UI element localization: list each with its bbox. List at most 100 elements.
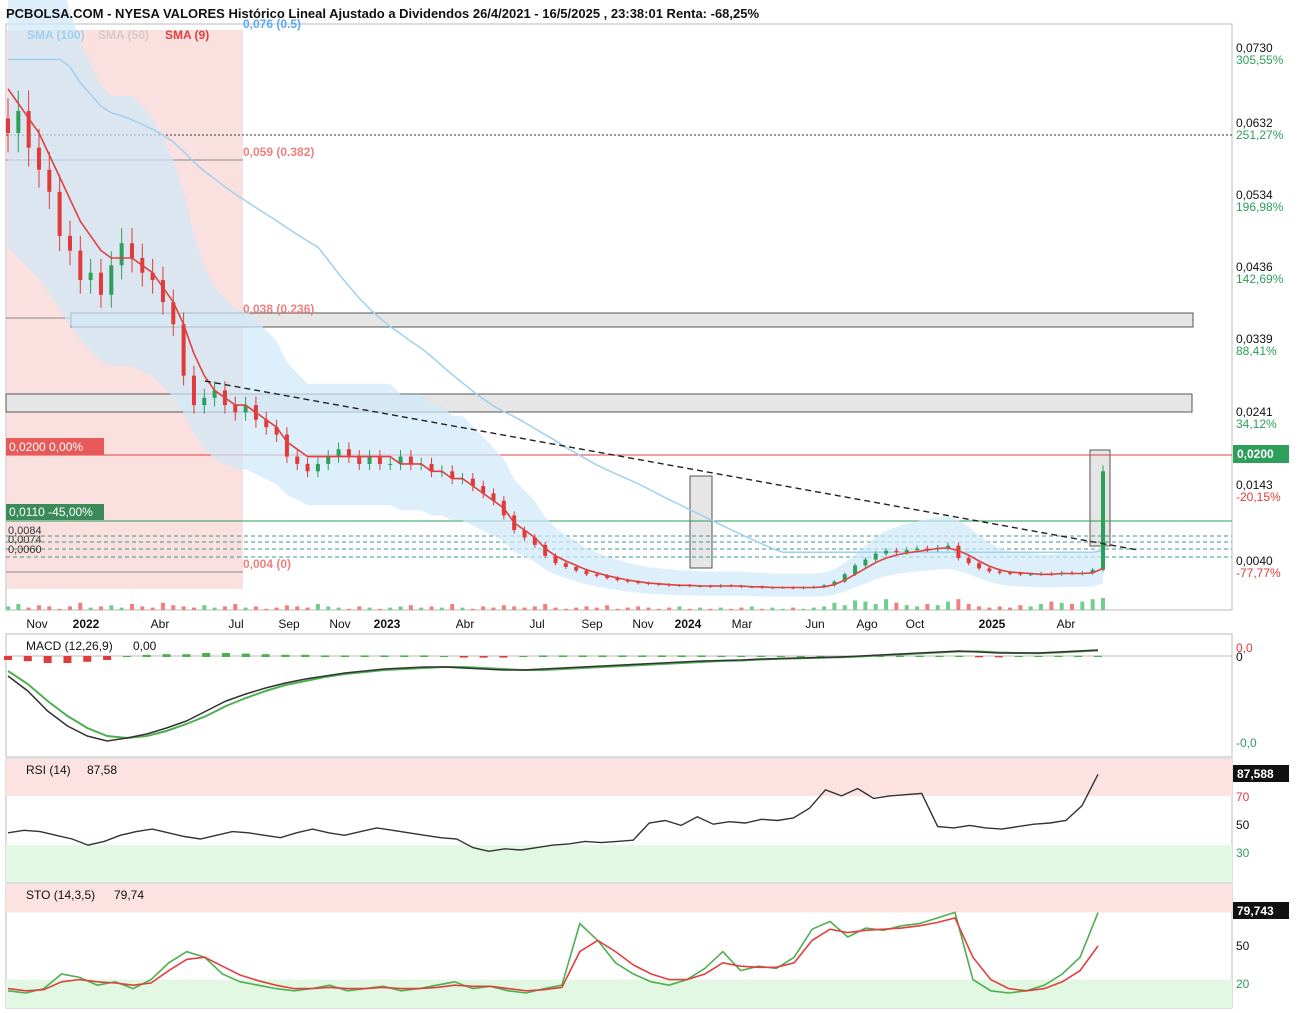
candle-body [977, 563, 982, 569]
rsi-last-value: 87,588 [1237, 767, 1274, 781]
candle-body [574, 566, 579, 571]
macd-histogram-bar [360, 655, 369, 657]
rsi-label: RSI (14) [26, 763, 71, 777]
price-y-tick: 0,0534196,98% [1236, 188, 1284, 214]
volume-bar [956, 599, 961, 610]
candle-body [563, 563, 568, 567]
price-y-tick-pct: 88,41% [1236, 344, 1277, 358]
volume-bar [966, 604, 971, 610]
macd-y-tick-zero: 0 [1236, 650, 1243, 664]
price-y-tick-pct: -77,77% [1236, 566, 1281, 580]
macd-histogram-bar [4, 656, 12, 660]
rsi-value: 87,58 [87, 763, 117, 777]
candle-body [284, 434, 289, 457]
rsi-y-tick: 30 [1236, 846, 1250, 860]
volume-bar [274, 607, 279, 610]
volume-bar [1070, 604, 1075, 610]
macd-histogram-bar [539, 655, 548, 657]
candle-body [904, 549, 909, 553]
chart-canvas: 0,0730305,55% 0,0632251,27% 0,0534196,98% 0… [4, 0, 1289, 1009]
candle-body [357, 456, 362, 464]
volume-bar [718, 607, 723, 610]
macd-histogram-bar [638, 655, 647, 657]
candle-body [119, 243, 124, 266]
macd-histogram-bar [400, 655, 409, 657]
candle-body [295, 456, 300, 464]
volume-bar [1080, 601, 1085, 610]
candle-body [16, 110, 21, 133]
volume-bar [532, 606, 537, 610]
macd-histogram-bar [618, 655, 627, 657]
candle-body [336, 449, 341, 457]
volume-bar [615, 608, 620, 610]
volume-bar [1018, 605, 1023, 610]
volume-bar [388, 607, 393, 610]
macd-histogram-bar [1074, 655, 1083, 657]
volume-bar [377, 608, 382, 610]
volume-bar [935, 605, 940, 610]
volume-bar [150, 607, 155, 610]
volume-bar [233, 604, 238, 610]
x-axis-tick: 2024 [675, 617, 702, 631]
volume-bar [336, 607, 341, 610]
fib-label: 0,038 (0.236) [243, 302, 314, 316]
level-label-0200: 0,0200 0,00% [9, 440, 83, 454]
volume-bar [915, 606, 920, 610]
volume-bar [491, 607, 496, 610]
candle-body [202, 397, 207, 406]
volume-bar [357, 606, 362, 610]
candle-body [6, 118, 10, 133]
chart-root: 0,0730 305,55% 0,0632 251,27% 0,0534 196,98% 0… [0, 0, 1299, 1013]
candle-body [47, 169, 52, 192]
price-y-tick: 0,0436142,69% [1236, 260, 1284, 286]
volume-bar [791, 607, 796, 610]
macd-histogram-bar [182, 654, 191, 657]
macd-histogram-bar [202, 653, 211, 657]
volume-bar [305, 607, 310, 610]
level-label: 0,0060 [8, 544, 42, 556]
volume-bar [543, 604, 548, 610]
candle-body [36, 147, 41, 170]
volume-bar [553, 607, 558, 610]
candle-body [233, 405, 238, 413]
macd-histogram-bar [340, 655, 349, 657]
macd-histogram-bar [142, 654, 151, 657]
volume-bar [584, 606, 589, 610]
candle-body [388, 463, 393, 465]
volume-bar [904, 605, 909, 610]
volume-bar [522, 607, 527, 610]
price-y-tick: 0,0143-20,15% [1236, 478, 1281, 504]
rsi-y-tick: 50 [1236, 818, 1250, 832]
fib-label: 0,004 (0) [243, 557, 291, 571]
price-y-tick-pct: 34,12% [1236, 417, 1277, 431]
volume-bar [563, 608, 568, 610]
volume-bar [326, 606, 331, 610]
candle-body [873, 553, 878, 560]
candle-body [129, 243, 134, 258]
volume-bar [946, 601, 951, 610]
volume-bar [1059, 602, 1064, 610]
volume-bar [481, 606, 486, 610]
volume-bar [667, 607, 672, 610]
macd-histogram-bar [697, 655, 706, 657]
volume-bar [16, 604, 21, 610]
volume-bar [57, 608, 62, 610]
sto-y-tick: 50 [1236, 939, 1250, 953]
candle-body [346, 449, 351, 457]
volume-bar [811, 607, 816, 610]
volume-bar [140, 606, 145, 610]
volume-bar [925, 604, 930, 610]
macd-histogram-bar [558, 655, 567, 657]
macd-histogram-bar [63, 656, 72, 663]
volume-bar [853, 600, 858, 610]
candle-body [181, 324, 186, 376]
macd-histogram-bar [103, 656, 112, 660]
macd-histogram-bar [955, 655, 964, 657]
volume-bar [977, 606, 982, 610]
macd-histogram-bar [895, 655, 904, 657]
legend-sma9: SMA (9) [165, 28, 209, 42]
candle-body [594, 574, 599, 576]
volume-bar [1049, 601, 1054, 610]
macd-histogram-bar [1054, 655, 1063, 657]
candle-body [915, 548, 920, 550]
